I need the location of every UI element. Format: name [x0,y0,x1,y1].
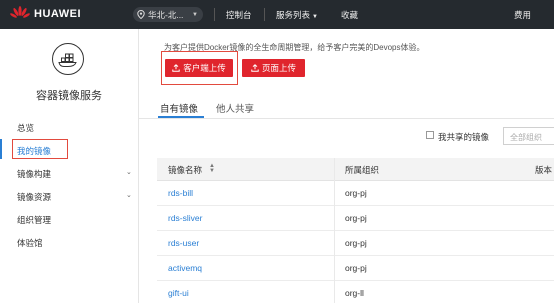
sidebar-item-org-management[interactable]: 组织管理 [17,214,51,226]
tab-own-images[interactable]: 自有镜像 [160,101,198,115]
tab-shared-by-others[interactable]: 他人共享 [216,101,254,115]
nav-service-list-label: 服务列表 [276,10,311,20]
active-indicator [0,139,2,159]
sidebar-item-label: 组织管理 [17,215,52,225]
table-header: 镜像名称 所属组织 版本 [157,158,554,181]
sidebar-item-my-images[interactable]: 我的镜像 [17,145,51,157]
sidebar-item-label: 我的镜像 [17,146,52,156]
page-upload-button[interactable]: 页面上传 [242,59,305,77]
region-label: 华北-北... [148,9,184,20]
chevron-down-icon: ▼ [312,14,318,20]
upload-icon [172,64,180,72]
client-upload-label: 客户端上传 [183,63,226,73]
table-row: gift-ui org-ll [157,281,554,305]
image-name-link[interactable]: gift-ui [168,288,189,298]
region-selector[interactable]: 华北-北... ▼ [133,7,203,22]
sidebar-item-experience[interactable]: 体验馆 [17,237,43,249]
active-tab-indicator [158,116,204,118]
sidebar-item-label: 镜像资源 [17,192,52,202]
sidebar-item-label: 镜像构建 [17,169,52,179]
column-divider [334,158,335,303]
divider [214,8,215,21]
shared-images-checkbox[interactable] [426,131,434,139]
table-row: rds-sliver org-pj [157,206,554,231]
image-org: org-pj [345,188,367,198]
nav-console[interactable]: 控制台 [226,9,252,21]
image-name-link[interactable]: activemq [168,263,202,273]
sidebar-item-overview[interactable]: 总览 [17,122,34,134]
chevron-down-icon: ▼ [192,11,198,18]
client-upload-button[interactable]: 客户端上传 [165,59,233,77]
table-row: rds-user org-pj [157,231,554,256]
shared-images-label: 我共享的镜像 [438,132,490,142]
page-upload-label: 页面上传 [261,63,296,73]
image-org: org-pj [345,213,367,223]
sidebar-item-label: 总览 [17,123,35,133]
sidebar-item-image-build[interactable]: 镜像构建 ⌄ [17,168,132,180]
image-org: org-ll [345,288,364,298]
service-title: 容器镜像服务 [36,90,102,102]
divider [264,8,265,21]
image-name-link[interactable]: rds-user [168,238,199,248]
sort-icon[interactable]: ▲ ▼ [209,163,215,174]
image-name-link[interactable]: rds-sliver [168,213,202,223]
image-org: org-pj [345,263,367,273]
chevron-down-icon: ⌄ [126,192,132,199]
upload-icon [251,64,259,72]
container-registry-icon [52,43,84,75]
sidebar: 容器镜像服务 总览 我的镜像 镜像构建 ⌄ 镜像资源 ⌄ 组织管理 体验馆 [0,29,139,303]
nav-service-list[interactable]: 服务列表 ▼ [276,9,318,21]
huawei-flower-icon [10,6,30,18]
sidebar-item-image-resources[interactable]: 镜像资源 ⌄ [17,191,132,203]
chevron-down-icon: ⌄ [126,169,132,176]
image-name-link[interactable]: rds-bill [168,188,193,198]
nav-favorites[interactable]: 收藏 [341,9,358,21]
header-organization: 所属组织 [345,165,380,175]
top-navigation-bar: HUAWEI 华北-北... ▼ 控制台 服务列表 ▼ 收藏 费用 [0,0,554,29]
nav-billing[interactable]: 费用 [514,9,531,21]
table-row: rds-bill org-pj [157,181,554,206]
brand-name: HUAWEI [34,7,81,20]
location-pin-icon [137,10,145,19]
sidebar-item-label: 体验馆 [17,238,43,248]
image-org: org-pj [345,238,367,248]
header-image-name[interactable]: 镜像名称 [168,164,202,176]
huawei-logo[interactable]: HUAWEI [10,6,81,21]
tabs-divider [138,118,554,119]
header-version: 版本 [535,165,553,175]
table-row: activemq org-pj [157,256,554,281]
organization-select[interactable]: 全部组织 [503,127,554,145]
